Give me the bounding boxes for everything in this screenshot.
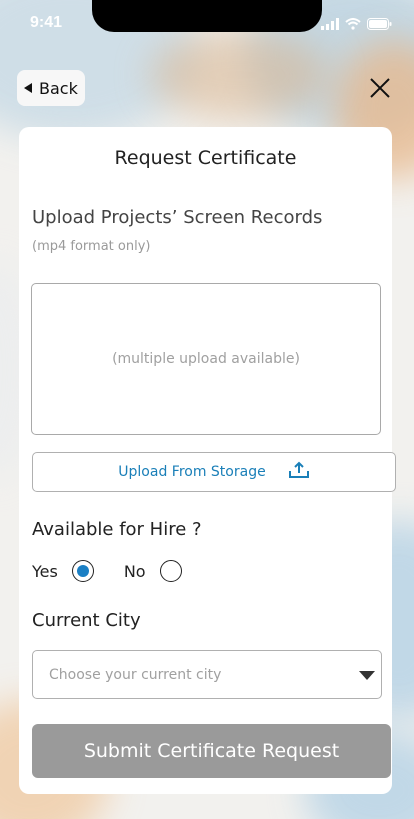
phone-notch (92, 0, 322, 32)
chevron-down-icon (359, 671, 375, 680)
hire-option-yes[interactable]: Yes (32, 560, 94, 582)
signal-icon (321, 15, 339, 34)
city-select[interactable]: Choose your current city (32, 650, 382, 699)
radio-no[interactable] (159, 560, 182, 582)
battery-icon (367, 15, 392, 34)
upload-from-storage-button[interactable]: Upload From Storage (32, 452, 396, 492)
status-icons (321, 15, 392, 34)
hire-radio-group: Yes No (32, 560, 212, 582)
close-icon (370, 78, 390, 98)
status-time: 9:41 (30, 14, 63, 31)
back-label: Back (39, 78, 78, 98)
hire-label: Available for Hire ? (32, 519, 202, 540)
back-arrow-icon (23, 79, 33, 98)
upload-hint: (mp4 format only) (32, 239, 151, 254)
hire-option-label: Yes (32, 561, 58, 581)
submit-button[interactable]: Submit Certificate Request (32, 724, 391, 778)
back-button[interactable]: Back (17, 70, 85, 106)
close-button[interactable] (366, 74, 394, 102)
wifi-icon (345, 15, 361, 34)
dropzone-text: (multiple upload available) (112, 351, 300, 367)
city-label: Current City (32, 610, 141, 631)
page-title: Request Certificate (114, 147, 297, 169)
radio-yes[interactable] (71, 560, 94, 582)
city-placeholder: Choose your current city (49, 666, 222, 683)
request-certificate-card: Request Certificate Upload Projects’ Scr… (19, 127, 396, 794)
upload-label: Upload Projects’ Screen Records (32, 207, 323, 228)
upload-dropzone[interactable]: (multiple upload available) (31, 283, 381, 435)
storage-button-label: Upload From Storage (118, 464, 266, 480)
upload-icon (288, 461, 310, 483)
hire-option-no[interactable]: No (124, 560, 182, 582)
hire-option-label: No (123, 561, 146, 581)
